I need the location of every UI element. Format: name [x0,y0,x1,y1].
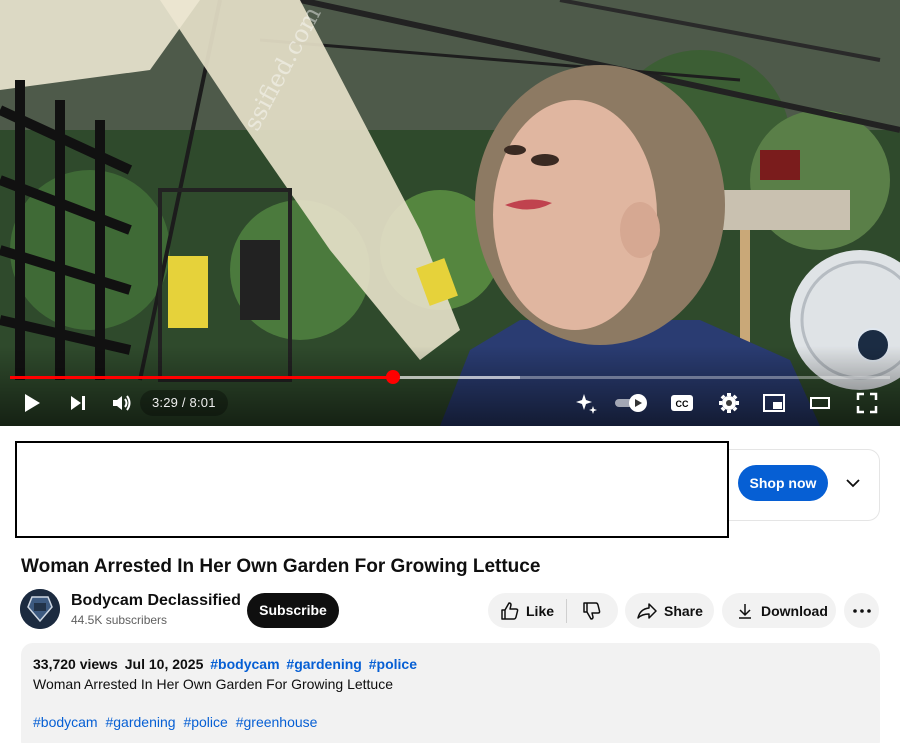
next-button[interactable] [64,388,92,418]
channel-avatar[interactable] [20,589,60,629]
more-actions-button[interactable] [844,593,879,628]
svg-text:CC: CC [676,399,689,409]
hashtag-link[interactable]: #bodycam [33,714,98,730]
description-hashtags: #bodycam #gardening #police #greenhouse [33,714,321,730]
upload-date: Jul 10, 2025 [124,656,204,672]
hashtag-link[interactable]: #police [183,714,227,730]
description-text: Woman Arrested In Her Own Garden For Gro… [33,676,394,692]
like-button[interactable]: Like [488,593,566,628]
play-button[interactable] [18,388,46,418]
more-horizontal-icon [852,608,871,613]
video-title: Woman Arrested In Her Own Garden For Gro… [21,556,541,577]
download-button[interactable]: Download [722,593,836,628]
share-icon [637,602,657,619]
chevron-down-icon [846,479,860,488]
captions-button[interactable]: CC [668,388,696,418]
hashtag-link[interactable]: #gardening [105,714,175,730]
video-player[interactable]: ssified.com 3:29 / 8:01 CC [0,0,900,426]
progress-scrubber-handle[interactable] [385,370,400,384]
captions-icon: CC [671,395,693,411]
volume-button[interactable] [108,388,136,418]
like-label: Like [526,602,555,619]
hashtag-link[interactable]: #police [369,656,417,672]
theater-mode-button[interactable] [806,388,834,418]
settings-button[interactable] [715,388,743,418]
progress-played [10,376,393,379]
play-icon [25,394,40,412]
description-meta: 33,720 views Jul 10, 2025 #bodycam #gard… [33,656,420,672]
ad-expand-button[interactable] [842,472,864,494]
dislike-button[interactable] [567,593,617,628]
miniplayer-icon [763,394,785,412]
channel-name[interactable]: Bodycam Declassified [71,592,241,610]
ad-banner[interactable] [15,441,729,538]
volume-icon [113,395,131,411]
thumbs-up-icon [501,601,519,620]
share-button[interactable]: Share [625,593,714,628]
autoplay-toggle-icon [615,394,647,412]
thumbs-down-icon [583,601,601,620]
hashtag-link[interactable]: #gardening [286,656,361,672]
sparkle-icon [576,394,597,414]
shop-now-button[interactable]: Shop now [738,465,828,501]
subscribe-button[interactable]: Subscribe [247,593,339,628]
channel-logo-icon [20,589,60,629]
fullscreen-icon [856,392,878,414]
time-display: 3:29 / 8:01 [140,390,228,416]
view-count: 33,720 views [33,656,118,672]
hashtag-link[interactable]: #greenhouse [236,714,318,730]
hashtag-link[interactable]: #bodycam [210,656,279,672]
description-box[interactable]: 33,720 views Jul 10, 2025 #bodycam #gard… [21,643,880,743]
gear-icon [719,393,739,413]
ai-sparkle-button[interactable] [572,388,600,418]
autoplay-toggle[interactable] [614,388,650,418]
subscriber-count: 44.5K subscribers [71,613,168,627]
like-dislike-group: Like [488,593,618,628]
next-icon [71,396,85,410]
progress-bar[interactable] [10,376,890,379]
theater-icon [810,397,830,409]
miniplayer-button[interactable] [760,388,788,418]
share-label: Share [664,602,703,619]
fullscreen-button[interactable] [853,388,881,418]
download-label: Download [761,602,828,619]
download-icon [739,603,751,619]
